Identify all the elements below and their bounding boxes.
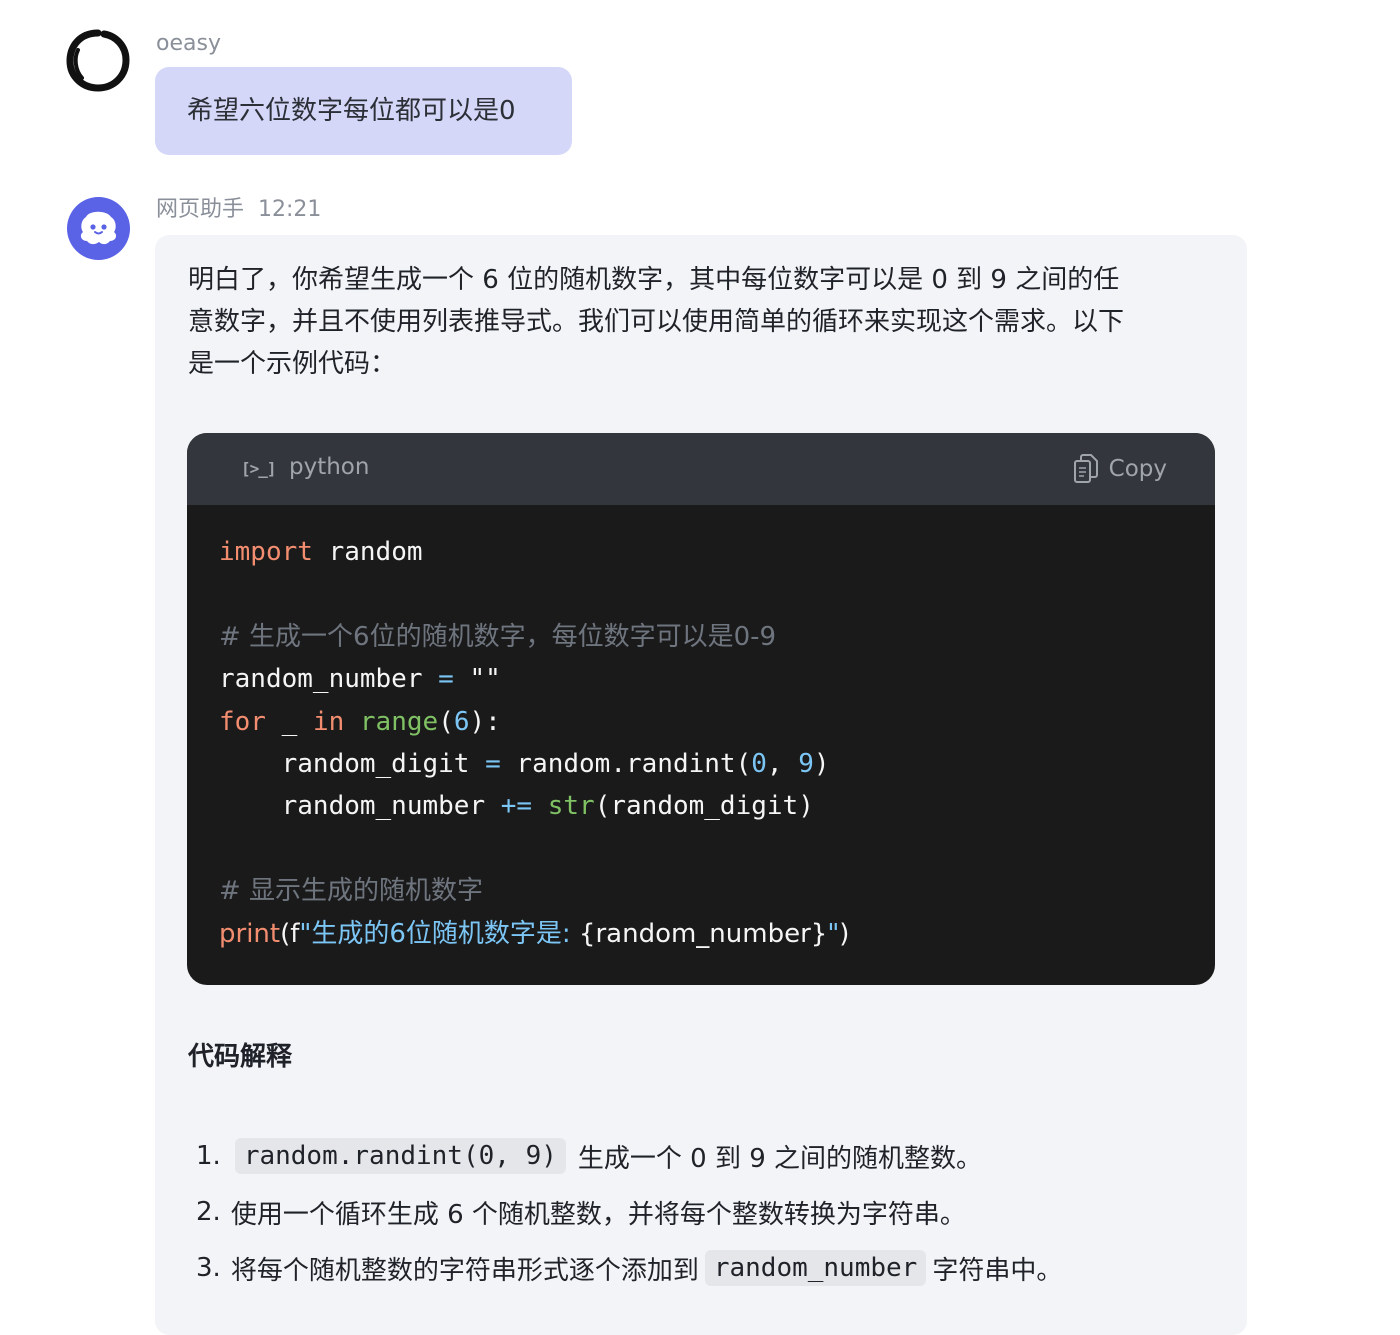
list-number: 2. [196, 1197, 221, 1227]
code-line: # 生成一个6位的随机数字，每位数字可以是0-9 [219, 621, 777, 652]
inline-code: random_number [704, 1250, 927, 1286]
list-item: 1. random.randint(0, 9) 生成一个 0 到 9 之间的随机… [196, 1128, 1196, 1184]
assistant-meta: 网页助手 12:21 [156, 196, 321, 224]
inline-code: random.randint(0, 9) [234, 1138, 566, 1174]
assistant-name: 网页助手 [156, 197, 245, 222]
code-line: for _ in range(6): [219, 706, 501, 737]
list-text: 将每个随机整数的字符串形式逐个添加到 [230, 1255, 699, 1286]
intro-line: 明白了，你希望生成一个 6 位的随机数字，其中每位数字可以是 0 到 9 之间的… [188, 265, 1120, 295]
copy-label: Copy [1108, 456, 1167, 482]
code-header: [>_] python Copy [187, 433, 1215, 505]
code-language-label: python [289, 454, 370, 480]
list-number: 1. [196, 1141, 221, 1171]
copy-icon [1073, 454, 1098, 483]
list-text: 生成一个 0 到 9 之间的随机整数。 [577, 1143, 983, 1174]
code-line: random_digit = random.randint(0, 9) [219, 748, 830, 779]
list-number: 3. [196, 1253, 221, 1283]
assistant-intro: 明白了，你希望生成一个 6 位的随机数字，其中每位数字可以是 0 到 9 之间的… [188, 259, 1218, 385]
explanation-heading: 代码解释 [188, 1042, 293, 1072]
code-line: print(f"生成的6位随机数字是: {random_number}") [219, 918, 850, 949]
list-item: 2. 使用一个循环生成 6 个随机整数，并将每个整数转换为字符串。 [196, 1184, 1196, 1240]
assistant-avatar[interactable] [67, 197, 130, 260]
enso-circle-icon [66, 29, 130, 92]
code-line: random_number += str(random_digit) [219, 791, 814, 822]
code-block: [>_] python Copy import random # 生成一个6位的… [187, 433, 1215, 985]
user-name: oeasy [156, 31, 221, 56]
list-text: 使用一个循环生成 6 个随机整数，并将每个整数转换为字符串。 [230, 1199, 966, 1230]
list-item: 3. 将每个随机整数的字符串形式逐个添加到 random_number 字符串中… [196, 1240, 1196, 1296]
explanation-list: 1. random.randint(0, 9) 生成一个 0 到 9 之间的随机… [196, 1128, 1196, 1296]
user-message-bubble: 希望六位数字每位都可以是0 [155, 67, 572, 155]
intro-line: 意数字，并且不使用列表推导式。我们可以使用简单的循环来实现这个需求。以下 [188, 307, 1125, 337]
terminal-icon: [>_] [241, 459, 277, 478]
ghost-mascot-icon [80, 211, 117, 245]
intro-line: 是一个示例代码： [188, 349, 397, 379]
copy-button[interactable]: Copy [1073, 451, 1167, 487]
code-line: # 显示生成的随机数字 [219, 876, 484, 907]
message-time: 12:21 [258, 197, 322, 222]
list-text: 字符串中。 [932, 1255, 1063, 1286]
code-line: random_number = "" [219, 664, 501, 695]
code-body: import random # 生成一个6位的随机数字，每位数字可以是0-9 r… [219, 531, 1195, 955]
code-line: import random [219, 537, 423, 567]
user-avatar[interactable] [66, 28, 130, 92]
